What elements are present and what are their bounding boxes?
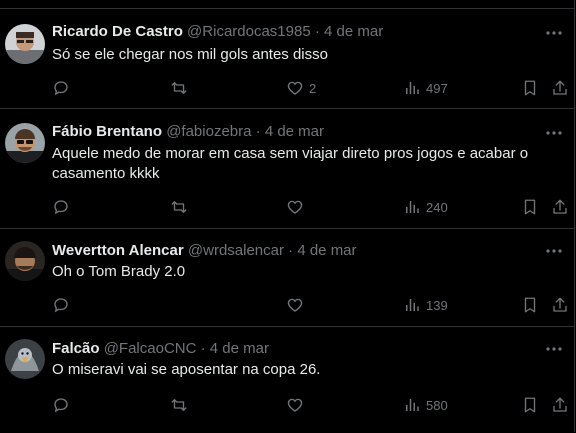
author-name[interactable]: Fábio Brentano: [52, 123, 162, 140]
timeline: Ricardo De Castro @Ricardocas1985 · 4 de…: [0, 0, 575, 432]
like-button[interactable]: 2: [286, 78, 316, 98]
separator: ·: [288, 242, 294, 259]
tweet[interactable]: Wevertton Alencar @wrdsalencar · 4 de ma…: [0, 228, 574, 327]
like-icon: [287, 398, 303, 412]
views-button[interactable]: 240: [403, 197, 448, 217]
reply-button[interactable]: [52, 395, 70, 415]
author-handle[interactable]: @Ricardocas1985: [187, 23, 311, 40]
like-count: 2: [309, 80, 317, 96]
tweet-text: Aquele medo de morar em casa sem viajar …: [52, 145, 529, 182]
view-count: 139: [426, 297, 448, 313]
share-icon: [553, 397, 567, 412]
tweet-header: Fábio Brentano @fabiozebra · 4 de mar: [52, 122, 324, 142]
reply-icon: [54, 81, 68, 96]
author-name[interactable]: Wevertton Alencar: [52, 242, 184, 259]
like-button[interactable]: [286, 295, 309, 315]
tweet-text: Só se ele chegar nos mil gols antes diss…: [52, 46, 328, 63]
views-icon: [406, 299, 419, 311]
tweet-date[interactable]: 4 de mar: [324, 23, 383, 40]
avatar[interactable]: [5, 123, 45, 163]
views-icon: [406, 201, 419, 213]
avatar[interactable]: [5, 241, 45, 281]
reply-button[interactable]: [52, 78, 70, 98]
retweet-icon: [171, 82, 187, 94]
like-icon: [287, 298, 303, 312]
reply-button[interactable]: [52, 197, 70, 217]
bookmark-icon: [524, 80, 536, 96]
tweet-date[interactable]: 4 de mar: [265, 123, 324, 140]
share-icon: [553, 297, 567, 312]
author-name[interactable]: Ricardo De Castro: [52, 23, 183, 40]
bookmark-button[interactable]: [521, 395, 539, 415]
tweet-actions: 580: [52, 395, 572, 415]
bookmark-button[interactable]: [521, 197, 539, 217]
share-button[interactable]: [551, 197, 569, 217]
retweet-button[interactable]: [169, 197, 189, 217]
bookmark-button[interactable]: [521, 78, 539, 98]
avatar-photo: [5, 24, 45, 64]
bookmark-button[interactable]: [521, 295, 539, 315]
tweet-text: Oh o Tom Brady 2.0: [52, 263, 186, 280]
more-icon[interactable]: [544, 339, 564, 359]
reply-button[interactable]: [52, 295, 70, 315]
more-icon[interactable]: [544, 123, 564, 143]
more-icon[interactable]: [544, 241, 564, 261]
retweet-button[interactable]: [169, 395, 189, 415]
avatar-photo: [5, 241, 45, 281]
bookmark-icon: [524, 297, 536, 313]
author-handle[interactable]: @FalcaoCNC: [104, 340, 197, 357]
view-count: 497: [426, 80, 448, 96]
avatar[interactable]: [5, 339, 45, 379]
avatar-photo: [5, 123, 45, 163]
separator: ·: [255, 123, 261, 140]
bookmark-icon: [524, 397, 536, 413]
avatar-photo: [5, 339, 45, 379]
tweet-actions: 139: [52, 295, 572, 315]
reply-icon: [54, 200, 68, 215]
author-handle[interactable]: @wrdsalencar: [188, 242, 284, 259]
retweet-icon: [171, 201, 187, 213]
views-icon: [406, 82, 419, 94]
views-icon: [406, 399, 419, 411]
tweet-text: O miseravi vai se aposentar na copa 26.: [52, 361, 321, 378]
avatar[interactable]: [5, 24, 45, 64]
tweet-actions: 240: [52, 197, 572, 217]
author-handle[interactable]: @fabiozebra: [166, 123, 251, 140]
tweet-date[interactable]: 4 de mar: [297, 242, 356, 259]
tweet-date[interactable]: 4 de mar: [210, 340, 269, 357]
author-name[interactable]: Falcão: [52, 340, 100, 357]
retweet-icon: [171, 399, 187, 411]
share-icon: [553, 80, 567, 95]
view-count: 580: [426, 397, 448, 413]
retweet-button[interactable]: [169, 78, 189, 98]
tweet[interactable]: Ricardo De Castro @Ricardocas1985 · 4 de…: [0, 8, 574, 109]
like-icon: [287, 200, 303, 214]
like-icon: [287, 81, 303, 95]
tweet[interactable]: Fábio Brentano @fabiozebra · 4 de mar Aq…: [0, 108, 574, 229]
views-button[interactable]: 139: [403, 295, 448, 315]
tweet-header: Wevertton Alencar @wrdsalencar · 4 de ma…: [52, 241, 357, 261]
bookmark-icon: [524, 199, 536, 215]
views-button[interactable]: 580: [403, 395, 448, 415]
separator: ·: [200, 340, 206, 357]
separator: ·: [314, 23, 320, 40]
tweet-header: Falcão @FalcaoCNC · 4 de mar: [52, 339, 269, 359]
more-icon[interactable]: [544, 23, 564, 43]
like-button[interactable]: [286, 197, 309, 217]
tweet-header: Ricardo De Castro @Ricardocas1985 · 4 de…: [52, 22, 383, 42]
like-button[interactable]: [286, 395, 309, 415]
views-button[interactable]: 497: [403, 78, 448, 98]
share-icon: [553, 199, 567, 214]
share-button[interactable]: [551, 78, 569, 98]
share-button[interactable]: [551, 395, 569, 415]
view-count: 240: [426, 199, 448, 215]
reply-icon: [54, 398, 68, 413]
share-button[interactable]: [551, 295, 569, 315]
reply-icon: [54, 298, 68, 313]
tweet-actions: 2 497: [52, 78, 572, 98]
tweet[interactable]: Falcão @FalcaoCNC · 4 de mar O miseravi …: [0, 326, 574, 433]
